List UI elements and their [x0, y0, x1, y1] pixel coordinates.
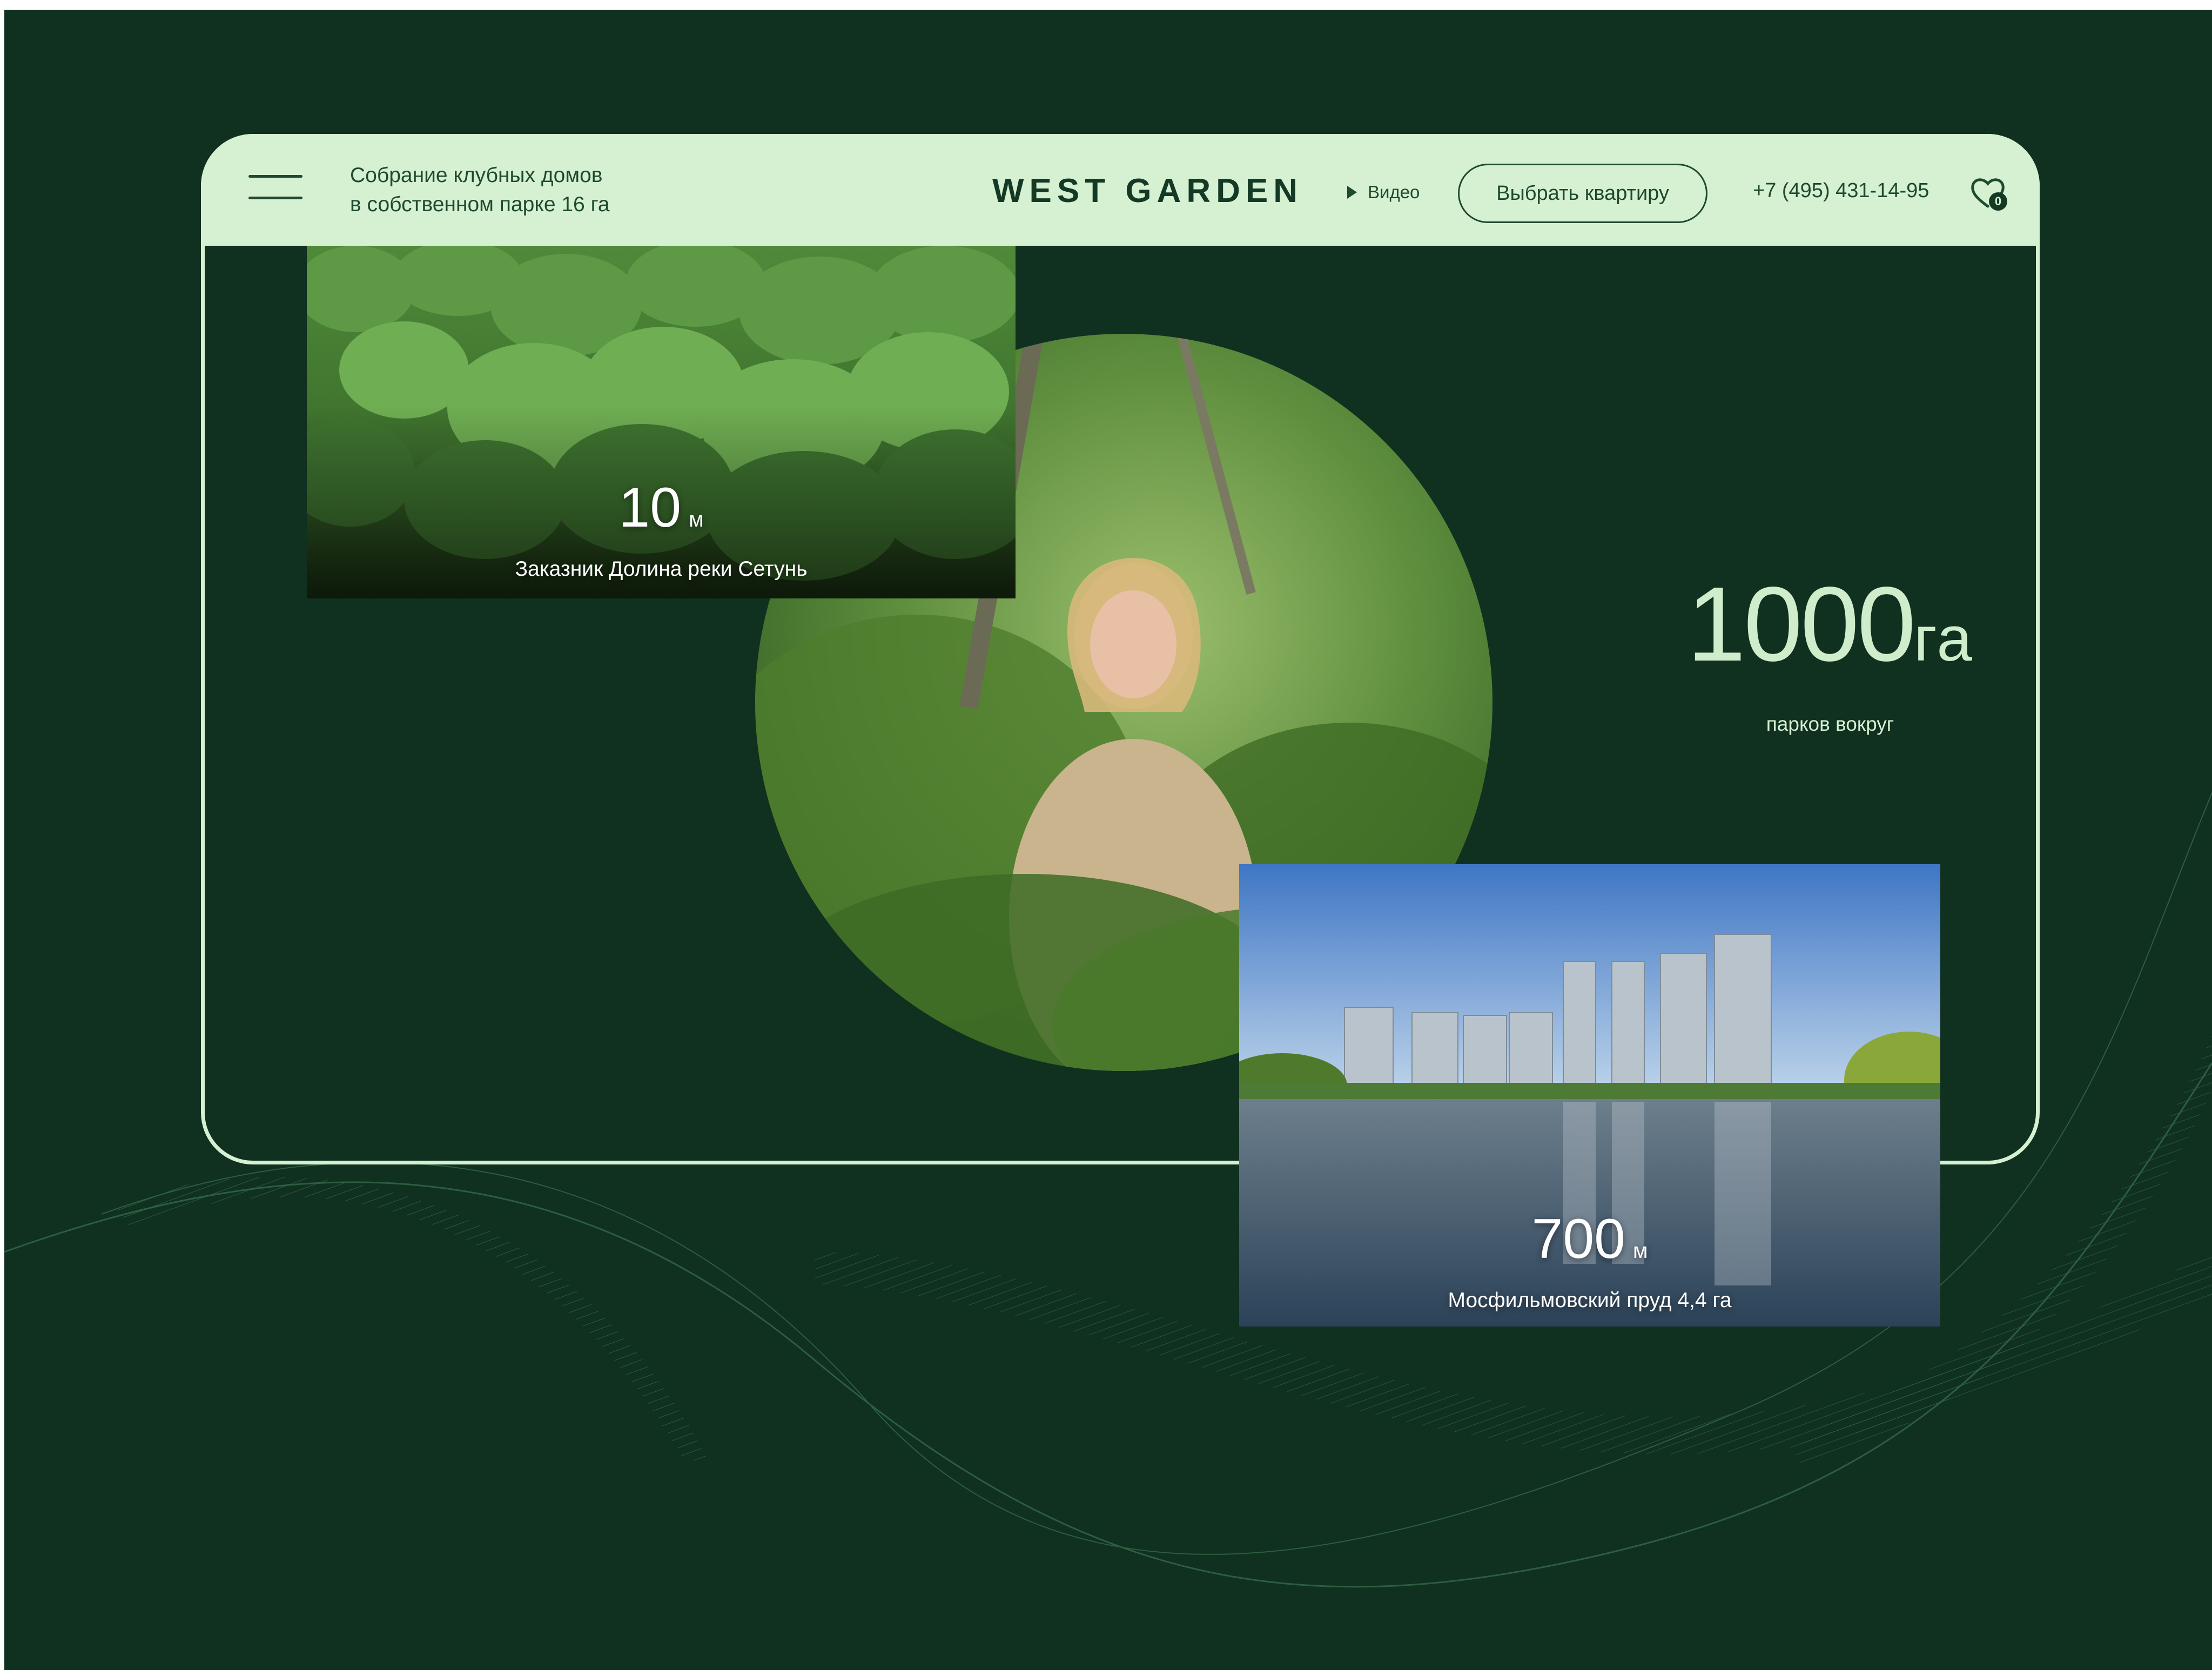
play-icon: [1347, 186, 1357, 199]
parks-area-value: 1000: [1686, 565, 1916, 683]
parks-area-stat: 1000га парков вокруг: [1560, 571, 2100, 736]
parks-area-unit: га: [1913, 603, 1974, 675]
presentation-background: Собрание клубных домов в собственном пар…: [4, 10, 2212, 1670]
pond-distance-unit: м: [1633, 1239, 1648, 1263]
pond-distance-caption: Мосфильмовский пруд 4,4 га: [1448, 1289, 1732, 1312]
pond-distance-value: 700: [1531, 1208, 1626, 1270]
site-header: Собрание клубных домов в собственном пар…: [201, 134, 2040, 246]
pond-distance-stat: 700 м Мосфильмовский пруд 4,4 га: [1239, 1211, 1940, 1312]
favorites-count-badge: 0: [1989, 192, 2007, 211]
forest-distance-value: 10: [618, 476, 682, 539]
site-tagline: Собрание клубных домов в собственном пар…: [350, 161, 610, 219]
brand-logo[interactable]: WEST GARDEN: [992, 172, 1303, 210]
video-link[interactable]: Видео: [1346, 180, 1420, 204]
tagline-line-1: Собрание клубных домов: [350, 164, 603, 187]
choose-apartment-button[interactable]: Выбрать квартиру: [1458, 164, 1707, 223]
parks-area-caption: парков вокруг: [1766, 713, 1894, 735]
phone-number[interactable]: +7 (495) 431-14-95: [1753, 179, 1929, 203]
tagline-line-2: в собственном парке 16 га: [350, 193, 610, 216]
forest-distance-stat: 10 м Заказник Долина реки Сетунь: [307, 480, 1016, 581]
video-label: Видео: [1368, 182, 1420, 202]
forest-distance-unit: м: [689, 508, 704, 531]
menu-icon[interactable]: [248, 175, 302, 202]
canvas: Собрание клубных домов в собственном пар…: [0, 0, 2212, 1670]
forest-distance-caption: Заказник Долина реки Сетунь: [515, 557, 808, 581]
